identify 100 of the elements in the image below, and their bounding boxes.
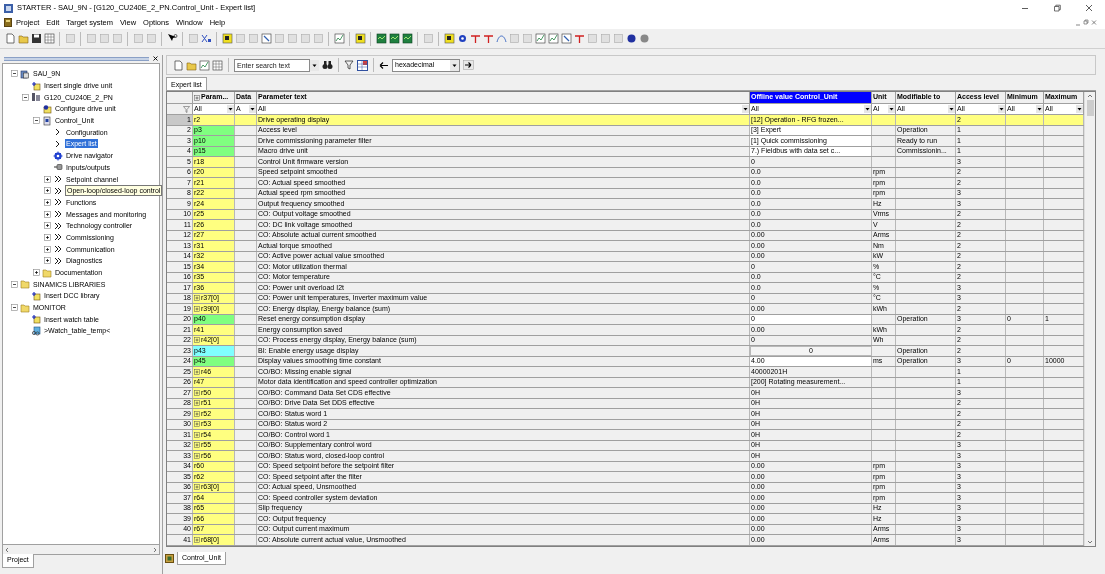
grid-icon <box>43 33 55 44</box>
document-icon <box>4 18 12 27</box>
t-bar-icon <box>573 33 585 44</box>
greyed-icon <box>273 33 285 44</box>
double-chevron-icon <box>53 209 63 220</box>
greyed-icon <box>422 33 434 44</box>
scroll-left-icon[interactable] <box>3 545 11 554</box>
grid-icon <box>211 59 223 71</box>
toolbar-button[interactable] <box>443 32 455 45</box>
greyed-icon <box>312 33 324 44</box>
scroll-up-icon[interactable] <box>1086 92 1094 100</box>
toolbar-button[interactable] <box>560 32 572 45</box>
collapse-icon[interactable] <box>11 304 18 312</box>
scroll-down-icon[interactable] <box>1086 538 1094 546</box>
arrow-left-icon[interactable] <box>379 60 389 70</box>
toolbar-button[interactable] <box>30 32 42 45</box>
dropdown-arrow-icon[interactable] <box>249 105 256 113</box>
folder-icon <box>17 33 29 44</box>
expand-icon[interactable] <box>44 245 51 253</box>
toolbar-button[interactable] <box>200 32 212 45</box>
dropdown-arrow-icon[interactable] <box>1076 105 1083 113</box>
greyed-icon <box>187 33 199 44</box>
dropdown-arrow-icon[interactable] <box>948 105 955 113</box>
device-stack-icon <box>20 68 30 79</box>
toolbar-button[interactable] <box>625 32 637 45</box>
expand-icon[interactable] <box>44 175 51 183</box>
double-chevron-icon <box>53 197 63 208</box>
chart-panel-icon <box>388 33 400 44</box>
dropdown-arrow-icon[interactable] <box>864 105 871 113</box>
expand-icon[interactable] <box>44 222 51 230</box>
chart-panel-icon <box>375 33 387 44</box>
greyed-icon <box>98 33 110 44</box>
greyed-icon <box>145 33 157 44</box>
close-icon[interactable] <box>153 56 158 61</box>
expand-icon[interactable] <box>44 233 51 241</box>
scrollbar-thumb[interactable] <box>1086 100 1094 116</box>
dropdown-arrow-icon[interactable] <box>227 105 234 113</box>
vertical-scrollbar[interactable] <box>1084 92 1095 546</box>
greyed-icon <box>521 33 533 44</box>
toolbar-button[interactable] <box>388 32 400 45</box>
link-icon <box>260 33 272 44</box>
arrow-right-icon[interactable] <box>463 60 474 70</box>
module-icon <box>165 553 174 563</box>
double-chevron-icon <box>53 255 63 266</box>
formula-icon <box>200 33 212 44</box>
expand-icon[interactable] <box>33 269 40 277</box>
drive-icon <box>31 92 41 103</box>
dropdown-arrow-icon[interactable] <box>998 105 1005 113</box>
expand-icon[interactable] <box>44 198 51 206</box>
t-bar-icon <box>469 33 481 44</box>
dropdown-arrow-icon[interactable] <box>888 105 895 113</box>
folder-icon <box>185 59 197 71</box>
double-chevron-icon <box>53 244 63 255</box>
gear-document-icon <box>42 103 52 114</box>
greyed-icon <box>286 33 298 44</box>
chart-panel-icon <box>401 33 413 44</box>
toolbar-button[interactable] <box>375 32 387 45</box>
scroll-right-icon[interactable] <box>151 545 159 554</box>
dropdown-arrow-icon[interactable] <box>742 105 749 113</box>
expand-icon[interactable] <box>44 210 51 218</box>
chart-icon <box>547 33 559 44</box>
collapse-icon[interactable] <box>11 280 18 288</box>
collapse-icon[interactable] <box>22 93 29 101</box>
double-chevron-icon <box>53 220 63 231</box>
greyed-icon <box>64 33 76 44</box>
child-window-controls-icon[interactable] <box>1075 19 1097 26</box>
restore-icon[interactable] <box>1053 4 1061 12</box>
circle-icon <box>638 33 650 44</box>
toolbar-button[interactable] <box>354 32 366 45</box>
dropdown-arrow-icon[interactable] <box>1036 105 1043 113</box>
filter-icon[interactable] <box>183 105 190 113</box>
expand-icon[interactable] <box>44 257 51 265</box>
filter-icon[interactable] <box>344 60 354 70</box>
chart-icon <box>333 33 345 44</box>
plus-document-icon <box>31 290 41 301</box>
close-icon[interactable] <box>1085 4 1093 12</box>
collapse-icon[interactable] <box>33 117 40 125</box>
folder-icon <box>20 302 30 313</box>
glasses-document-icon <box>31 325 41 336</box>
square-icon <box>221 33 233 44</box>
collapse-icon[interactable] <box>11 70 18 78</box>
toolbar-button[interactable] <box>221 32 233 45</box>
greyed-icon <box>599 33 611 44</box>
app-icon <box>4 3 13 13</box>
document-icon <box>4 33 16 44</box>
greyed-icon <box>247 33 259 44</box>
plus-document-icon <box>31 314 41 325</box>
toolbar-button[interactable] <box>401 32 413 45</box>
greyed-icon <box>85 33 97 44</box>
greyed-icon <box>111 33 123 44</box>
toolbar-button[interactable] <box>260 32 272 45</box>
binoculars-icon[interactable] <box>322 60 333 70</box>
double-chevron-icon <box>53 174 63 185</box>
table-icon[interactable] <box>357 59 368 71</box>
greyed-icon <box>299 33 311 44</box>
square-icon <box>354 33 366 44</box>
document-icon <box>172 59 184 71</box>
greyed-icon <box>612 33 624 44</box>
double-chevron-icon <box>53 232 63 243</box>
expand-icon[interactable] <box>44 187 51 195</box>
